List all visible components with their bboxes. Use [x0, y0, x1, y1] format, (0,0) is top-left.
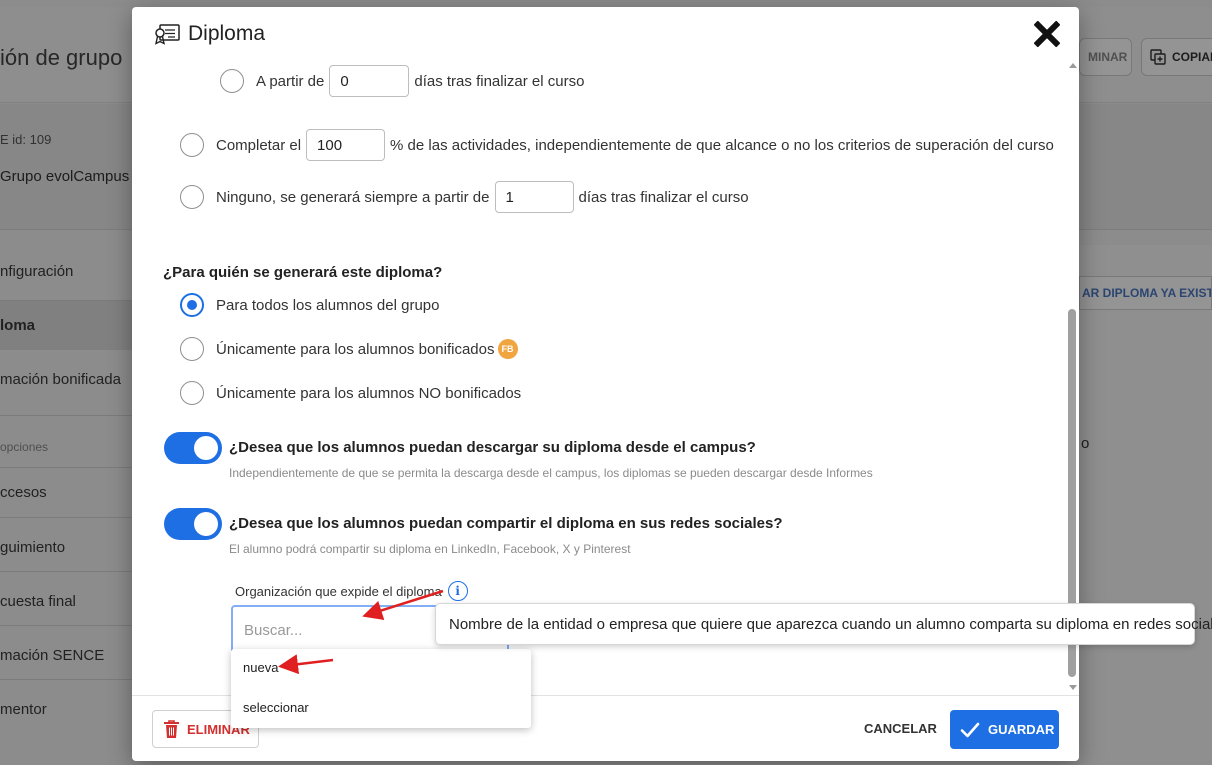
save-label: GUARDAR [988, 722, 1055, 737]
criteria-complete-prefix: Completar el [216, 136, 302, 154]
scroll-down-arrow-icon[interactable] [1069, 685, 1077, 690]
scroll-up-arrow-icon[interactable] [1069, 63, 1077, 68]
days-after-input[interactable]: 0 [329, 65, 410, 97]
organization-label-row: Organización que expide el diploma i [235, 581, 468, 601]
days-none-input[interactable]: 1 [494, 181, 574, 213]
audience-bonificados-label: Únicamente para los alumnos bonificados [216, 340, 495, 358]
close-icon[interactable] [1032, 19, 1062, 49]
audience-all-radio[interactable] [180, 293, 204, 317]
dropdown-option-seleccionar[interactable]: seleccionar [243, 700, 309, 715]
criteria-none-suffix: días tras finalizar el curso [578, 188, 749, 206]
modal-title: Diploma [188, 22, 266, 45]
criteria-complete-option: Completar el 100 % de las actividades, i… [180, 129, 1054, 161]
audience-no-bonificados-radio[interactable] [180, 381, 204, 405]
organization-tooltip: Nombre de la entidad o empresa que quier… [435, 603, 1212, 645]
check-icon [960, 722, 980, 737]
diploma-modal: Diploma A partir de 0 días tras finaliza… [132, 7, 1079, 761]
criteria-days-after-prefix: A partir de [256, 72, 325, 90]
share-diploma-help: El alumno podrá compartir su diploma en … [229, 542, 631, 556]
modal-header: Diploma [132, 7, 1079, 63]
organization-label: Organización que expide el diploma [235, 583, 442, 599]
download-diploma-toggle[interactable] [164, 432, 222, 464]
criteria-none-radio[interactable] [180, 185, 204, 209]
dropdown-option-nueva[interactable]: nueva [243, 660, 278, 675]
download-diploma-label: ¿Desea que los alumnos puedan descargar … [229, 439, 756, 456]
audience-all-label: Para todos los alumnos del grupo [216, 296, 440, 314]
criteria-complete-radio[interactable] [180, 133, 204, 157]
share-diploma-toggle[interactable] [164, 508, 222, 540]
criteria-days-after-option: A partir de 0 días tras finalizar el cur… [220, 65, 584, 97]
organization-dropdown: nueva seleccionar [231, 649, 531, 728]
audience-option-all: Para todos los alumnos del grupo [180, 293, 439, 317]
audience-option-bonificados: Únicamente para los alumnos bonificados … [180, 337, 518, 361]
trash-icon [164, 719, 179, 738]
download-diploma-help: Independientemente de que se permita la … [229, 466, 873, 480]
info-icon[interactable]: i [447, 581, 468, 601]
fb-badge: FB [497, 339, 518, 359]
save-button[interactable]: GUARDAR [950, 710, 1059, 749]
audience-question: ¿Para quién se generará este diploma? [163, 264, 443, 281]
modal-scrollbar[interactable] [1066, 63, 1079, 695]
criteria-days-after-suffix: días tras finalizar el curso [414, 72, 585, 90]
modal-body: A partir de 0 días tras finalizar el cur… [132, 63, 1079, 695]
criteria-none-option: Ninguno, se generará siempre a partir de… [180, 181, 749, 213]
share-diploma-label: ¿Desea que los alumnos puedan compartir … [229, 515, 783, 532]
audience-no-bonificados-label: Únicamente para los alumnos NO bonificad… [216, 384, 522, 402]
percent-activities-input[interactable]: 100 [306, 129, 386, 161]
diploma-icon [155, 24, 180, 45]
audience-option-no-bonificados: Únicamente para los alumnos NO bonificad… [180, 381, 521, 405]
criteria-days-after-radio[interactable] [220, 69, 244, 93]
audience-bonificados-radio[interactable] [180, 337, 204, 361]
criteria-none-prefix: Ninguno, se generará siempre a partir de [216, 188, 490, 206]
cancel-button[interactable]: CANCELAR [864, 721, 937, 736]
criteria-complete-suffix: % de las actividades, independientemente… [390, 136, 1054, 154]
